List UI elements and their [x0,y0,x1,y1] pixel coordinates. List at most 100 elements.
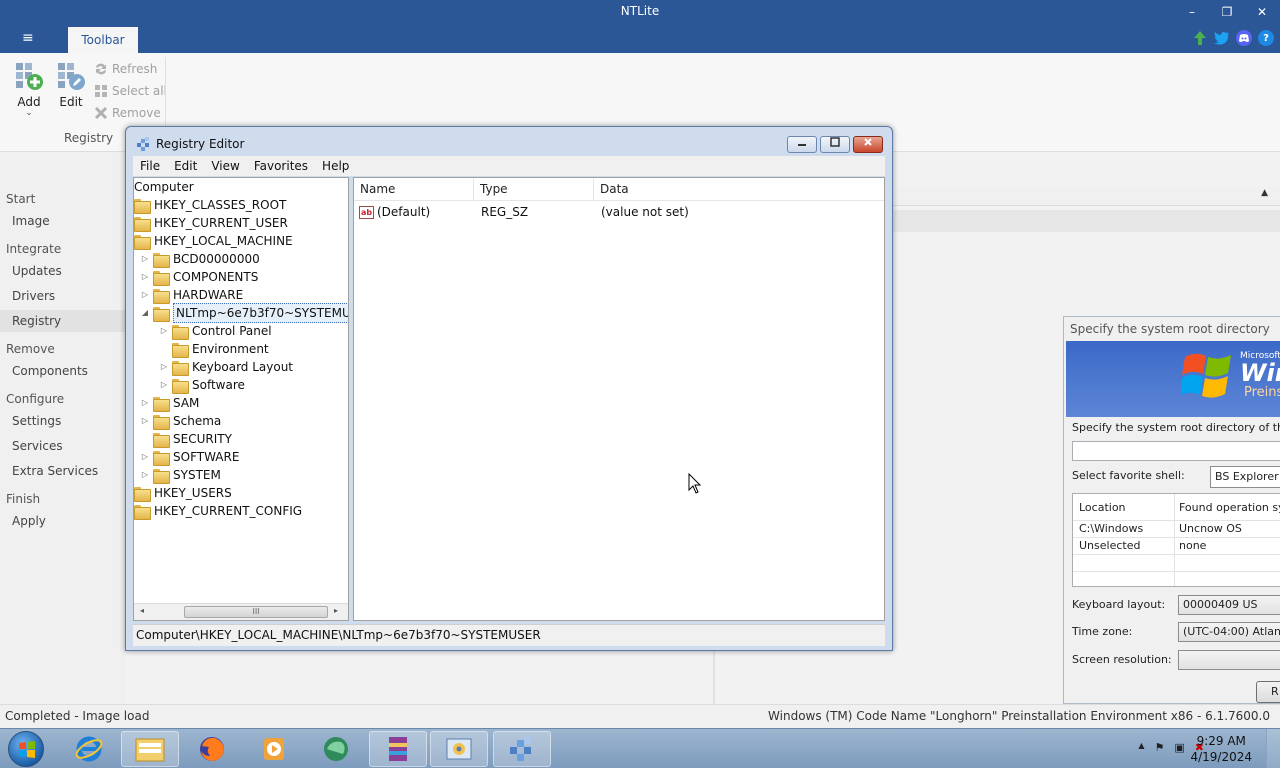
menu-favorites[interactable]: Favorites [247,159,315,173]
edit-button[interactable]: Edit [53,61,89,109]
menu-edit[interactable]: Edit [167,159,204,173]
twitter-icon[interactable] [1214,30,1230,46]
column-header-found-os[interactable]: Found operation syst [1179,497,1280,519]
tree-node[interactable]: HKEY_CURRENT_CONFIG [134,502,302,520]
tab-toolbar[interactable]: Toolbar [68,27,138,53]
hamburger-menu-icon[interactable]: ≡ [22,30,34,46]
select-all-button[interactable]: Select all [94,81,167,101]
tree-node[interactable]: ▷ COMPONENTS [140,268,258,286]
tree-node[interactable]: ▷ Software [159,376,245,394]
taskbar-winrar[interactable] [369,731,427,767]
column-header-data[interactable]: Data [594,178,884,201]
tree-expander-icon[interactable]: ▷ [159,322,169,340]
tree-node[interactable]: HKEY_CLASSES_ROOT [134,196,286,214]
upload-icon[interactable] [1192,30,1208,46]
scroll-left-icon[interactable]: ◂ [140,606,144,615]
scrollbar-thumb[interactable]: III [184,606,328,618]
value-row[interactable]: ab (Default) REG_SZ (value not set) [354,202,884,222]
tree-expander-icon[interactable]: ▷ [140,412,150,430]
tree-node[interactable]: ◢ NLTmp~6e7b3f70~SYSTEMUSER [140,303,348,323]
collapse-icon[interactable]: ▲ [1261,188,1268,198]
tree-node[interactable]: ▷ SOFTWARE [140,448,239,466]
control-panel-icon [446,738,472,760]
sidebar-item-extra-services[interactable]: Extra Services [0,460,126,482]
add-button[interactable]: Add ⌄ [11,61,47,118]
screen-resolution-select[interactable] [1178,650,1280,670]
tree-horizontal-scrollbar[interactable]: ◂ III ▸ [134,603,348,620]
add-dropdown-icon[interactable]: ⌄ [11,109,47,118]
action-center-flag-icon[interactable]: ⚑ [1155,741,1165,754]
shell-select[interactable]: BS Explorer [1210,466,1280,488]
tree-expander-icon[interactable]: ▷ [140,286,150,304]
tree-node-label: HKEY_CURRENT_CONFIG [154,504,303,518]
tree-node[interactable]: HKEY_USERS [134,484,232,502]
tree-expander-icon[interactable]: ▷ [140,448,150,466]
reg-minimize-button[interactable] [787,136,817,153]
menu-help[interactable]: Help [315,159,356,173]
column-header-location[interactable]: Location [1079,497,1126,519]
tree-expander-icon[interactable]: ◢ [140,304,150,322]
network-icon[interactable]: ▣ [1174,741,1184,754]
dialog-action-button[interactable]: R [1256,681,1280,703]
tree-node[interactable]: ▷ SAM [140,394,199,412]
tree-expander-icon[interactable]: ▷ [159,358,169,376]
tree-expander-icon[interactable]: ▷ [140,268,150,286]
taskbar-file-explorer[interactable] [121,731,179,767]
tree-node[interactable]: Computer [134,178,194,196]
taskbar-media-player[interactable] [245,731,303,767]
sidebar-item-drivers[interactable]: Drivers [0,285,126,307]
registry-values-pane[interactable]: Name Type Data ab (Default) REG_SZ (value… [353,177,885,621]
clock[interactable]: 9:29 AM 4/19/2024 [1190,733,1252,765]
tree-node[interactable]: HKEY_LOCAL_MACHINE [134,232,293,250]
tree-node[interactable]: ▷ Keyboard Layout [159,358,293,376]
taskbar-internet-explorer[interactable] [60,731,118,767]
tree-expander-icon[interactable]: ▷ [140,394,150,412]
tree-node[interactable]: ▷ Control Panel [159,322,272,340]
menu-file[interactable]: File [133,159,167,173]
tree-expander-icon[interactable]: ▷ [159,376,169,394]
system-root-path-input[interactable] [1072,441,1280,461]
remove-button[interactable]: Remove [94,103,161,123]
table-row[interactable]: C:\Windows Uncnow OS [1073,520,1280,537]
taskbar-browser[interactable] [307,731,365,767]
sidebar-item-components[interactable]: Components [0,360,126,382]
tree-node[interactable]: ▷ Schema [140,412,221,430]
show-desktop-button[interactable] [1266,729,1280,768]
taskbar-firefox[interactable] [183,731,241,767]
registry-tree-pane[interactable]: Computer HKEY_CLASSES_ROOT HKEY_CURRENT_US… [133,177,349,621]
table-row[interactable]: Unselected none [1073,537,1280,554]
menu-view[interactable]: View [204,159,246,173]
show-hidden-icons[interactable]: ▲ [1138,741,1144,754]
start-button[interactable] [8,731,44,767]
sidebar-item-image[interactable]: Image [0,210,126,232]
taskbar-registry-editor[interactable] [493,731,551,767]
tree-node[interactable]: ▷ SYSTEM [140,466,221,484]
sidebar-item-apply[interactable]: Apply [0,510,126,532]
time-zone-select[interactable]: (UTC-04:00) Atlantic [1178,622,1280,642]
tree-expander-icon[interactable]: ▷ [140,466,150,484]
sidebar-item-settings[interactable]: Settings [0,410,126,432]
reg-maximize-button[interactable] [820,136,850,153]
tree-node[interactable]: ▷ HARDWARE [140,286,243,304]
sidebar-item-updates[interactable]: Updates [0,260,126,282]
background-splitter[interactable] [713,650,715,704]
reg-close-button[interactable] [853,136,883,153]
refresh-button[interactable]: Refresh [94,59,157,79]
close-button[interactable]: ✕ [1247,2,1277,22]
scroll-right-icon[interactable]: ▸ [334,606,338,615]
column-header-name[interactable]: Name [354,178,474,201]
tree-node[interactable]: HKEY_CURRENT_USER [134,214,288,232]
keyboard-layout-select[interactable]: 00000409 US [1178,595,1280,615]
column-header-type[interactable]: Type [474,178,594,201]
tree-node[interactable]: ▷ BCD00000000 [140,250,260,268]
help-icon[interactable]: ? [1258,30,1274,46]
restore-button[interactable]: ❐ [1212,2,1242,22]
sidebar-item-services[interactable]: Services [0,435,126,457]
tree-expander-icon[interactable]: ▷ [140,250,150,268]
taskbar-control-panel[interactable] [430,731,488,767]
tree-node[interactable]: SECURITY [140,430,232,448]
discord-icon[interactable] [1236,30,1252,46]
sidebar-item-registry[interactable]: Registry [0,310,126,332]
tree-node[interactable]: Environment [159,340,269,358]
minimize-button[interactable]: – [1177,2,1207,22]
